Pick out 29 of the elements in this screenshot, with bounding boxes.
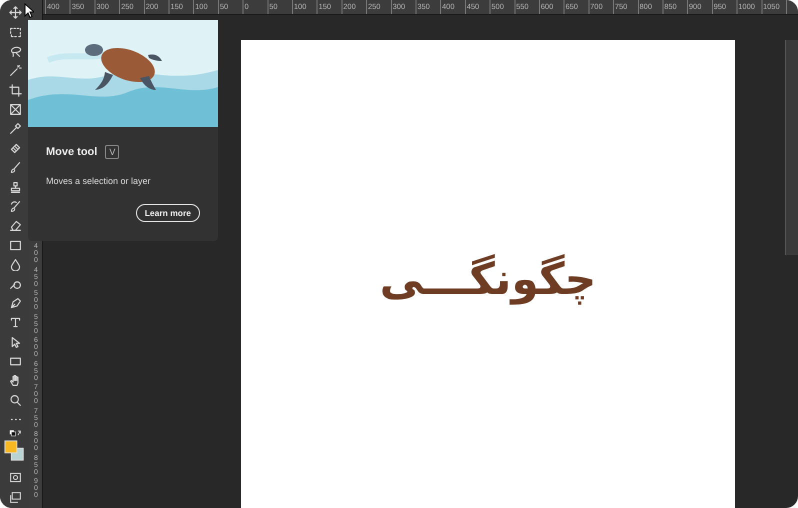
learn-more-button[interactable]: Learn more <box>136 204 200 222</box>
screen-mode-icon[interactable] <box>8 490 22 504</box>
canvas-text: چگونگـــی <box>380 253 596 307</box>
magic-wand-icon[interactable] <box>8 64 22 78</box>
quick-mask-icon[interactable] <box>8 471 22 484</box>
zoom-icon[interactable] <box>8 394 22 407</box>
bandage-icon[interactable] <box>8 142 22 155</box>
pen-icon[interactable] <box>8 296 22 310</box>
crop-icon[interactable] <box>8 84 22 97</box>
marquee-icon[interactable] <box>8 26 22 39</box>
drop-icon[interactable] <box>8 258 22 272</box>
hand-icon[interactable] <box>8 374 22 388</box>
cursor-icon <box>24 3 34 18</box>
eraser-icon[interactable] <box>8 219 22 232</box>
frame-icon[interactable] <box>8 103 22 116</box>
shortcut-key: V <box>105 145 120 159</box>
move-icon[interactable] <box>8 6 22 20</box>
type-icon[interactable] <box>8 316 22 330</box>
default-colors-icon[interactable] <box>8 429 22 438</box>
rectangle-icon[interactable] <box>8 354 22 368</box>
tooltip-description: Moves a selection or layer <box>46 176 152 186</box>
lasso-icon[interactable] <box>8 44 22 58</box>
brush-icon[interactable] <box>8 161 22 174</box>
stamp-icon[interactable] <box>8 180 22 194</box>
tooltip-title: Move tool <box>46 146 98 158</box>
history-brush-icon[interactable] <box>8 200 22 213</box>
eyedropper-icon[interactable] <box>8 122 22 136</box>
pointer-icon[interactable] <box>8 336 22 349</box>
color-swatches[interactable] <box>4 440 26 462</box>
